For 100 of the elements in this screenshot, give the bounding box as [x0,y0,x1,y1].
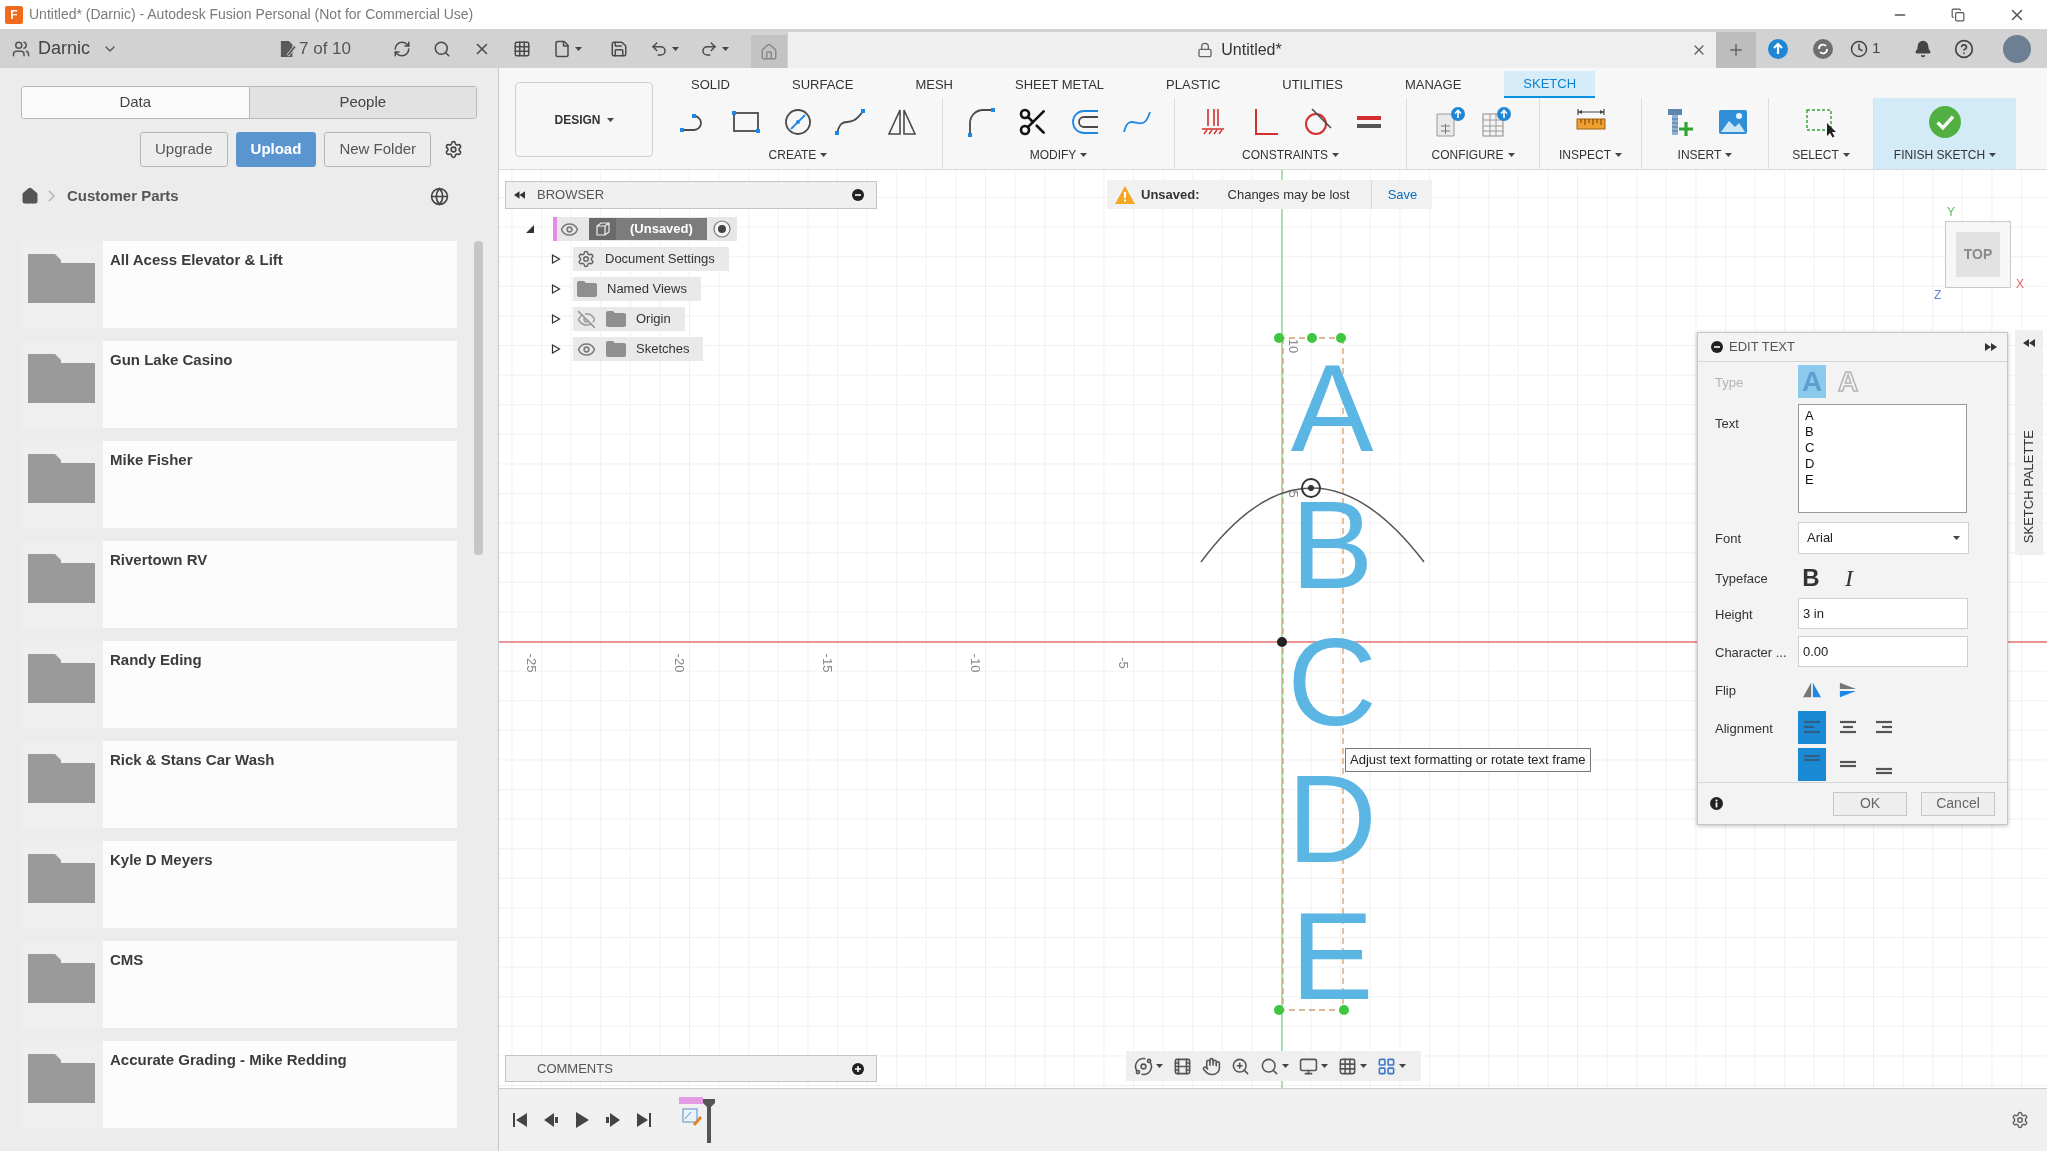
caret-icon[interactable] [1399,1064,1406,1068]
timeline-marker[interactable] [679,1097,703,1104]
caret-icon[interactable] [1360,1064,1367,1068]
grid-icon[interactable] [513,39,531,58]
caret-icon[interactable] [1080,153,1088,157]
ribbon-tab[interactable]: MESH [896,71,972,98]
sync-circle-icon[interactable] [1813,38,1833,59]
frame-handle[interactable] [1274,333,1284,343]
double-arrow-icon[interactable] [2023,339,2035,347]
tool-group-menu[interactable]: CONFIGURE [1431,146,1515,164]
timeline-handle[interactable] [703,1099,715,1143]
collapsed-triangle-icon[interactable] [551,254,561,264]
globe-icon[interactable] [430,186,449,206]
collapsed-triangle-icon[interactable] [551,344,561,354]
hand-icon[interactable] [1202,1056,1221,1076]
save-icon[interactable] [610,39,628,58]
caret-icon[interactable] [1989,153,1997,157]
caret-icon[interactable] [1282,1064,1289,1068]
document-tab[interactable]: Untitled* [788,32,1716,68]
tool-group-menu[interactable]: CONSTRAINTS [1242,146,1339,164]
tool-group-menu[interactable]: CREATE [768,146,828,164]
tree-item[interactable]: (Unsaved) [553,217,737,241]
scrollbar-thumb[interactable] [474,241,483,555]
up-arrow-circle-icon[interactable] [1768,38,1788,59]
frame-handle[interactable] [1307,333,1317,343]
grid-icon[interactable] [1338,1056,1357,1076]
avatar[interactable] [2003,34,2032,63]
table-icon[interactable] [1480,106,1512,138]
caret-icon[interactable] [671,46,679,51]
bell-icon[interactable] [1914,39,1933,58]
orbit-icon[interactable] [1134,1056,1153,1076]
selection-box-icon[interactable] [1805,106,1837,138]
refresh-icon[interactable] [393,39,411,58]
collapsed-triangle-icon[interactable] [551,314,561,324]
caret-icon[interactable] [1332,153,1339,157]
typeface-toggle[interactable]: I [1836,565,1862,591]
undo-icon[interactable] [649,39,668,58]
double-arrow-icon[interactable] [514,191,525,199]
folder-card[interactable]: Randy Eding [21,641,457,728]
action-button[interactable]: Upgrade [140,132,228,167]
settings-icon[interactable] [444,140,464,159]
caret-icon[interactable] [1615,153,1622,157]
folder-card[interactable]: Kyle D Meyers [21,841,457,928]
sketch-palette-tab[interactable]: SKETCH PALETTE [2015,330,2043,555]
collapsed-triangle-icon[interactable] [551,284,561,294]
skip-to-end-icon[interactable] [637,1112,651,1128]
tool-group-menu[interactable]: INSPECT [1559,146,1622,164]
caret-icon[interactable] [574,46,582,51]
folder-card[interactable]: Mike Fisher [21,441,457,528]
redo-icon[interactable] [699,39,718,58]
folder-card[interactable]: All Acess Elevator & Lift [21,241,457,328]
film-icon[interactable] [1173,1056,1192,1076]
save-link[interactable]: Save [1370,180,1433,209]
panel-tab[interactable]: People [248,87,476,118]
tree-item[interactable]: Sketches [573,337,704,361]
caret-icon[interactable] [606,117,614,122]
job-status-button[interactable]: 7 of 10 [280,33,354,64]
circle-icon[interactable] [782,106,814,138]
zoom-in-icon[interactable] [1231,1056,1250,1076]
tree-item[interactable]: Origin [573,307,685,331]
font-select[interactable]: Arial [1798,522,1969,554]
panel-tab[interactable]: Data [22,87,249,118]
caret-icon[interactable] [721,46,729,51]
monitor-icon[interactable] [1299,1056,1318,1076]
tool-group-menu[interactable]: MODIFY [1029,146,1088,164]
skip-to-start-icon[interactable] [513,1112,527,1128]
radio-target-icon[interactable] [712,220,731,238]
frame-handle[interactable] [1339,1005,1349,1015]
play-icon[interactable] [575,1112,589,1128]
ribbon-tab[interactable]: SURFACE [773,71,873,98]
flip-horizontal-icon[interactable] [1802,681,1822,699]
folder-card[interactable]: CMS [21,941,457,1028]
magnifier-icon[interactable] [1260,1056,1279,1076]
expanded-triangle-icon[interactable] [525,224,535,234]
tree-item[interactable]: Named Views [573,277,701,301]
caret-icon[interactable] [1842,153,1850,157]
clock-icon[interactable] [1850,39,1868,58]
dialog-button[interactable]: OK [1833,791,1907,816]
ribbon-tab[interactable]: SHEET METAL [996,71,1124,98]
file-icon[interactable] [552,39,571,58]
caret-icon[interactable] [1156,1064,1163,1068]
team-selector[interactable]: Darnic [8,33,122,64]
tree-item[interactable]: Document Settings [573,247,729,271]
folder-card[interactable]: Rivertown RV [21,541,457,628]
caret-icon[interactable] [820,153,828,157]
flip-vertical-icon[interactable] [1838,681,1858,699]
folder-card[interactable]: Gun Lake Casino [21,341,457,428]
minus-circle-icon[interactable] [852,189,864,201]
folder-card[interactable]: Rick & Stans Car Wash [21,741,457,828]
workspace-menu[interactable]: DESIGN [515,82,653,157]
step-forward-icon[interactable] [606,1112,620,1128]
minus-circle-icon[interactable] [1711,341,1723,353]
caret-icon[interactable] [1507,153,1515,157]
rotate-handle[interactable] [1301,478,1321,498]
step-back-icon[interactable] [544,1112,558,1128]
text-input-area[interactable]: A B C D E [1798,404,1967,513]
plus-circle-icon[interactable] [852,1062,864,1075]
typeface-toggle[interactable]: B [1798,565,1824,591]
ribbon-tab[interactable]: PLASTIC [1147,71,1240,98]
info-icon[interactable] [1710,797,1723,810]
